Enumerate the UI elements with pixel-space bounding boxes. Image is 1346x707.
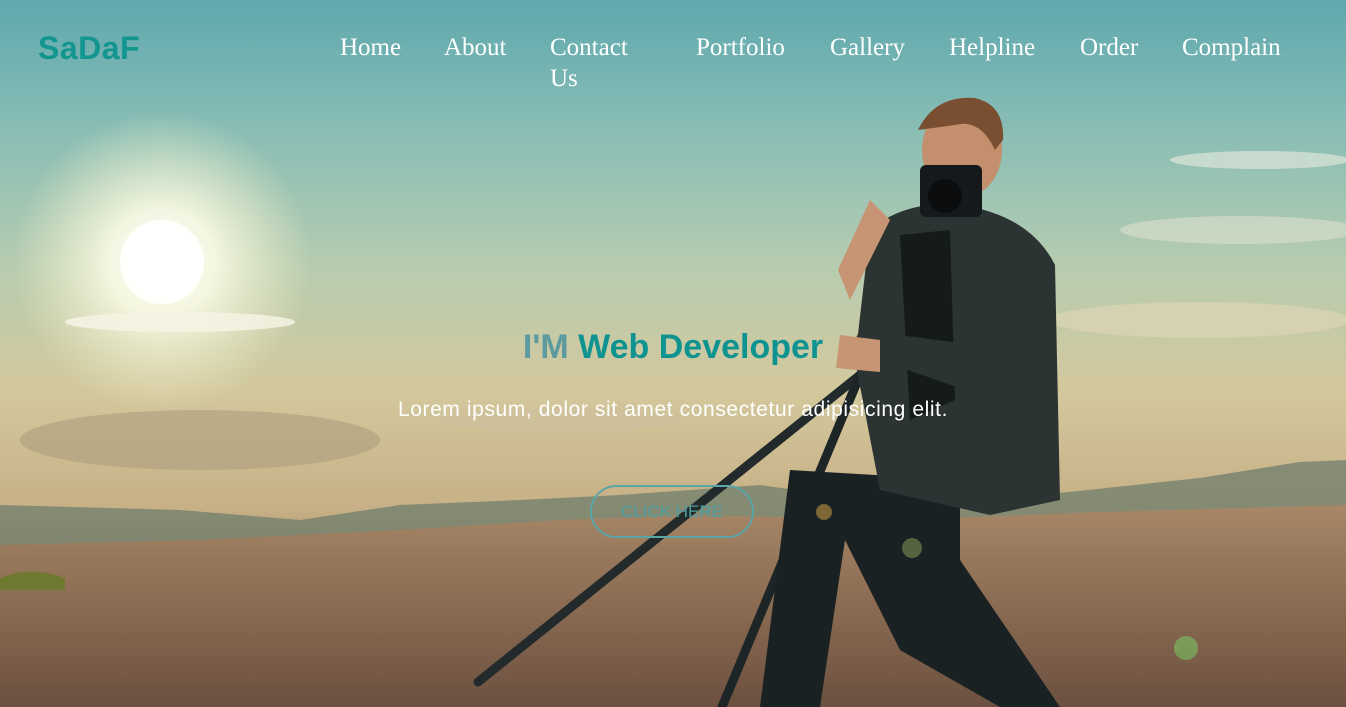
headline-role: Web Developer — [578, 328, 824, 366]
click-here-button[interactable]: Click here — [590, 485, 754, 538]
nav-item-gallery[interactable]: Gallery — [830, 32, 905, 63]
headline-prefix: I'M — [522, 328, 569, 366]
nav-item-order[interactable]: Order — [1080, 32, 1138, 63]
nav-item-helpline[interactable]: Helpline — [949, 32, 1035, 63]
hero-tagline: Lorem ipsum, dolor sit amet consectetur … — [397, 398, 949, 421]
nav-item-home[interactable]: Home — [340, 32, 401, 63]
nav-item-about[interactable]: About — [444, 32, 507, 63]
nav-item-contact-us[interactable]: Contact Us — [550, 32, 654, 94]
hero-headline: I'M Web Developer — [0, 328, 1346, 367]
nav-item-portfolio[interactable]: Portfolio — [696, 32, 785, 63]
sun — [120, 220, 204, 304]
main-navigation: Home About Contact Us Portfolio Gallery … — [0, 32, 1346, 102]
nav-item-complain[interactable]: Complain — [1182, 32, 1281, 63]
hero-section: SaDaF Home About Contact Us Portfolio Ga… — [0, 0, 1346, 707]
